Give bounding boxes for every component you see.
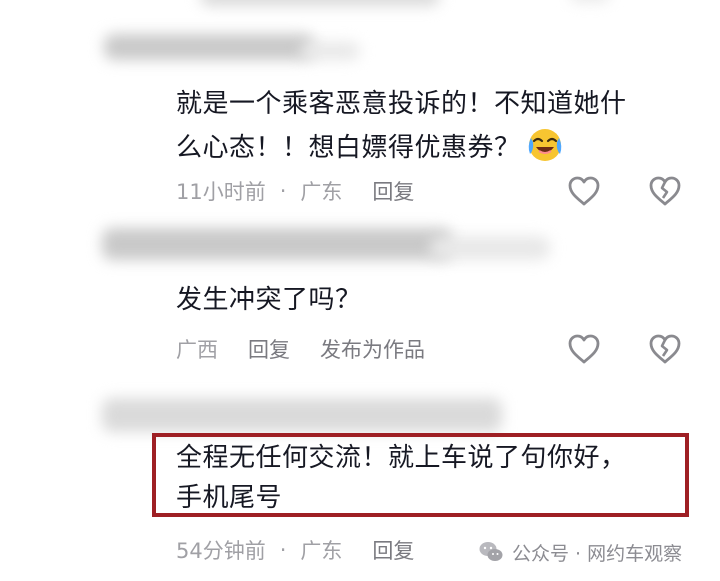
comment-3-text: 全程无任何交流！就上车说了句你好， 手机尾号: [176, 438, 696, 518]
comment-1-username-blur-2: [300, 42, 360, 60]
watermark-text: 公众号 · 网约车观察: [512, 542, 683, 565]
comment-1-separator: ·: [279, 179, 287, 203]
comment-3-time: 54分钟前: [176, 539, 266, 563]
dislike-broken-heart-icon[interactable]: [648, 175, 682, 207]
comment-2-text: 发生冲突了吗？: [176, 280, 696, 320]
comment-3-location: 广东: [300, 539, 343, 563]
comment-2-location: 广西: [176, 338, 218, 362]
like-heart-icon[interactable]: [567, 333, 601, 365]
comment-2-reply-button[interactable]: 回复: [248, 334, 290, 364]
comment-2-username-blur-2: [430, 236, 550, 260]
comment-3-line-1: 全程无任何交流！就上车说了句你好，: [176, 443, 627, 473]
comment-1-location: 广东: [300, 180, 343, 204]
comment-3-username-blur: [102, 398, 502, 432]
comment-1-line-1: 就是一个乘客恶意投诉的！不知道她什: [176, 89, 627, 119]
comment-3-meta: 54分钟前 · 广东 回复: [176, 533, 414, 567]
comment-2-publish-button[interactable]: 发布为作品: [320, 334, 425, 364]
comment-3-line-2: 手机尾号: [176, 483, 283, 513]
comment-2-username-blur: [102, 228, 452, 260]
dislike-broken-heart-icon[interactable]: [648, 333, 682, 365]
comment-3-separator: ·: [279, 538, 287, 562]
comment-1-line-2: 么心态！！想白嫖得优惠券？: [176, 124, 696, 168]
cutoff-top-blur: [200, 0, 440, 6]
comment-1-meta: 11小时前 · 广东 回复: [176, 174, 414, 208]
cutoff-top-icon-blur: [570, 0, 610, 2]
like-heart-icon[interactable]: [567, 175, 601, 207]
comment-1-username-blur: [104, 34, 314, 60]
comment-1-reply-button[interactable]: 回复: [372, 176, 414, 206]
crying-laughing-emoji-icon: [525, 124, 565, 164]
comment-1-line-2-text: 么心态！！想白嫖得优惠券？: [176, 133, 521, 163]
comment-1-text: 就是一个乘客恶意投诉的！不知道她什 么心态！！想白嫖得优惠券？: [176, 84, 696, 168]
comment-2-meta: 广西 回复 发布为作品: [176, 332, 425, 366]
comment-1-time: 11小时前: [176, 180, 266, 204]
watermark: 公众号 · 网约车观察: [478, 536, 682, 568]
comment-2-line-1: 发生冲突了吗？: [176, 285, 362, 315]
wechat-icon: [478, 539, 504, 565]
comment-3-reply-button[interactable]: 回复: [372, 535, 414, 565]
